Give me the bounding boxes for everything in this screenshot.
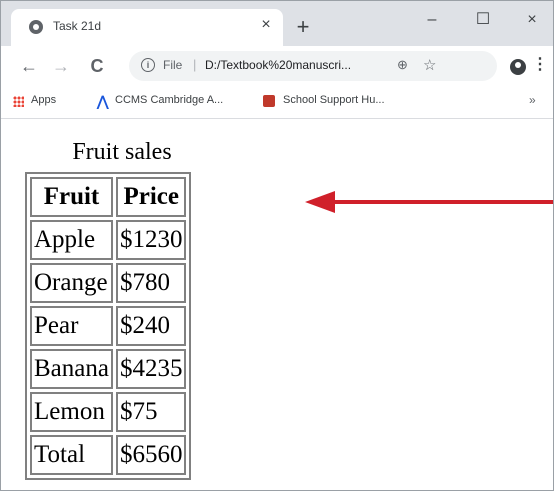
red-arrow-annotation — [305, 191, 553, 213]
price-cell: $4235 — [115, 349, 187, 389]
url-scheme: File — [163, 58, 183, 72]
table-row: Lemon $75 — [30, 392, 187, 432]
table-row: Pear $240 — [30, 306, 187, 346]
back-button[interactable]: ← — [17, 54, 41, 78]
browser-toolbar: ← → C i File | D:/Textbook%20manuscri...… — [1, 46, 553, 86]
zoom-icon[interactable]: ⊕ — [397, 57, 408, 73]
fruit-cell: Banana — [30, 349, 113, 389]
menu-icon[interactable]: ⋮ — [532, 56, 548, 74]
fruit-sales-table: Fruit Price Apple $1230 Orange $780 Pear… — [25, 172, 192, 480]
info-icon[interactable]: i — [141, 58, 155, 72]
tab-close-icon[interactable]: × — [257, 16, 275, 34]
table-row: Banana $4235 — [30, 349, 187, 389]
bookmark-school-support[interactable]: School Support Hu... — [283, 94, 385, 106]
new-tab-button[interactable]: + — [292, 16, 314, 39]
more-bookmarks-icon[interactable]: » — [529, 93, 536, 107]
close-window-button[interactable]: × — [509, 7, 553, 37]
fruit-cell: Orange — [30, 263, 113, 303]
price-cell: $780 — [115, 263, 187, 303]
price-cell: $6560 — [115, 435, 187, 475]
bookmark-apps[interactable]: Apps — [31, 94, 56, 106]
maximize-button[interactable]: ☐ — [460, 7, 506, 37]
title-bar: Task 21d × + – ☐ × — [1, 1, 553, 46]
fruit-cell: Lemon — [30, 392, 113, 432]
minimize-button[interactable]: – — [409, 7, 455, 37]
reload-button[interactable]: C — [85, 54, 109, 78]
fruit-cell: Total — [30, 435, 113, 475]
profile-icon[interactable] — [510, 59, 526, 75]
table-row: Apple $1230 — [30, 220, 187, 260]
price-cell: $1230 — [115, 220, 187, 260]
url-text[interactable]: D:/Textbook%20manuscri... — [205, 58, 395, 72]
bookmark-star-icon[interactable]: ☆ — [423, 56, 436, 74]
school-shield-icon — [263, 95, 275, 107]
forward-button[interactable]: → — [49, 54, 73, 78]
globe-icon — [29, 20, 43, 34]
table-row: Total $6560 — [30, 435, 187, 475]
bookmarks-bar: Apps ⋀ CCMS Cambridge A... School Suppor… — [1, 86, 553, 119]
fruit-cell: Apple — [30, 220, 113, 260]
price-cell: $240 — [115, 306, 187, 346]
apps-grid-icon — [13, 96, 24, 107]
fruit-cell: Pear — [30, 306, 113, 346]
table-caption: Fruit sales — [72, 139, 172, 165]
table-header-row: Fruit Price — [30, 177, 187, 217]
price-cell: $75 — [115, 392, 187, 432]
header-fruit: Fruit — [30, 177, 113, 217]
tab-title: Task 21d — [53, 19, 102, 33]
url-separator: | — [193, 57, 197, 72]
bookmark-ccms[interactable]: CCMS Cambridge A... — [115, 94, 223, 106]
ccms-logo-icon: ⋀ — [97, 93, 109, 109]
browser-window: Task 21d × + – ☐ × ← → C i File | D:/Tex… — [0, 0, 554, 491]
page-content: Fruit sales Fruit Price Apple $1230 Oran… — [1, 119, 553, 490]
arrow-head — [305, 191, 335, 213]
header-price: Price — [115, 177, 187, 217]
tab-task-21d[interactable]: Task 21d × — [11, 9, 283, 46]
table-row: Orange $780 — [30, 263, 187, 303]
address-bar[interactable]: i File | D:/Textbook%20manuscri... ⊕ ☆ — [129, 51, 497, 81]
